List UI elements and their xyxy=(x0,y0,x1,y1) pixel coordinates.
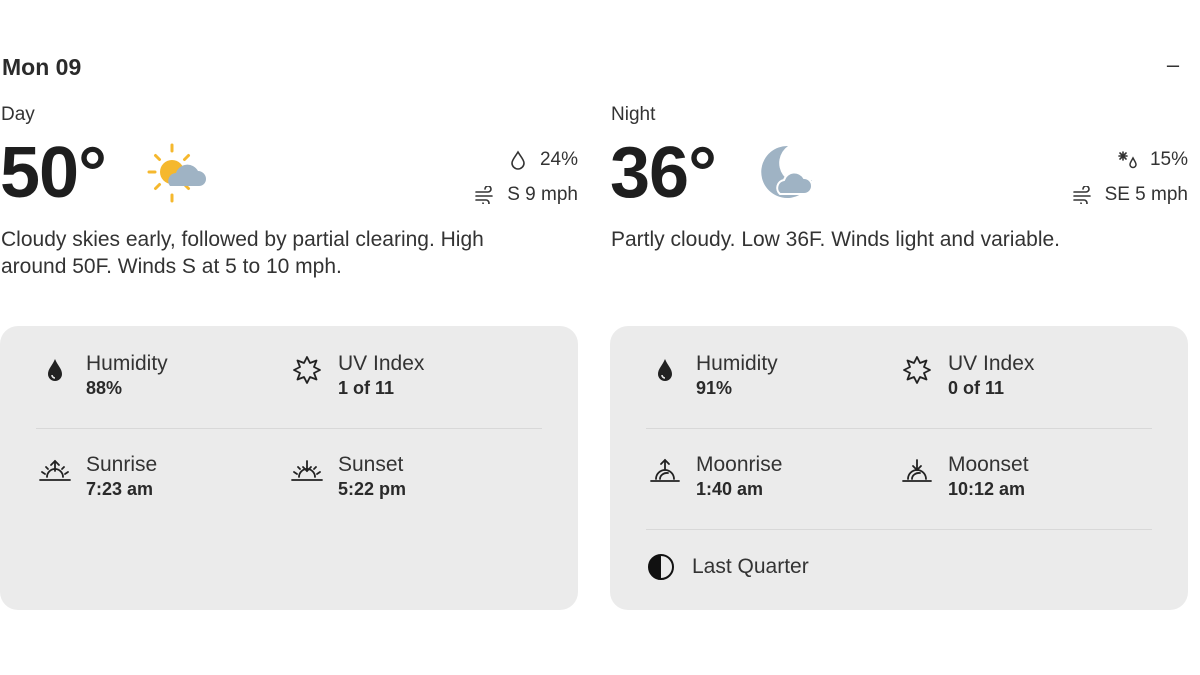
partly-cloudy-sun-icon xyxy=(146,142,210,211)
night-wind-stat: SE 5 mph xyxy=(1071,184,1188,206)
night-wind-value: SE 5 mph xyxy=(1104,184,1188,205)
uv-sun-icon xyxy=(290,355,324,385)
humidity-drop-icon xyxy=(648,355,682,385)
day-humidity: Humidity 88% xyxy=(38,351,168,399)
day-sunrise-label: Sunrise xyxy=(86,453,158,476)
night-humidity: Humidity 91% xyxy=(648,351,778,399)
wind-icon xyxy=(1071,184,1095,206)
night-moonset-label: Moonset xyxy=(948,453,1029,476)
divider xyxy=(36,428,542,429)
uv-sun-icon xyxy=(900,355,934,385)
moonrise-icon xyxy=(648,456,682,486)
day-temperature: 50° xyxy=(0,133,107,213)
night-uv: UV Index 0 of 11 xyxy=(900,351,1034,399)
date-heading: Mon 09 xyxy=(2,54,82,80)
night-moonrise-label: Moonrise xyxy=(696,453,783,476)
day-precip-value: 24% xyxy=(539,149,578,170)
night-uv-label: UV Index xyxy=(948,352,1035,375)
night-temperature: 36° xyxy=(610,133,717,213)
raindrop-icon xyxy=(506,149,530,171)
day-sunset-value: 5:22 pm xyxy=(338,479,407,499)
night-details-card: Humidity 91% UV Index 0 of 11 Moonrise 1… xyxy=(610,326,1188,610)
night-moonrise: Moonrise 1:40 am xyxy=(648,452,782,500)
day-sunrise-value: 7:23 am xyxy=(86,479,154,499)
divider xyxy=(646,428,1152,429)
night-description: Partly cloudy. Low 36F. Winds light and … xyxy=(611,228,1060,251)
moon-phase-label: Last Quarter xyxy=(692,555,809,578)
night-period-label: Night xyxy=(611,104,656,125)
day-humidity-value: 88% xyxy=(86,378,123,398)
night-humidity-value: 91% xyxy=(696,378,733,398)
night-moonset-value: 10:12 am xyxy=(948,479,1026,499)
night-precip-value: 15% xyxy=(1149,149,1188,170)
day-uv: UV Index 1 of 11 xyxy=(290,351,424,399)
day-wind-stat: S 9 mph xyxy=(473,184,578,206)
day-uv-label: UV Index xyxy=(338,352,425,375)
humidity-drop-icon xyxy=(38,355,72,385)
night-panel: Night 36° 15% SE 5 mph Partly cloudy. Lo… xyxy=(610,104,1188,610)
sunrise-icon xyxy=(38,456,72,486)
day-details-card: Humidity 88% UV Index 1 of 11 Sunrise 7:… xyxy=(0,326,578,610)
night-uv-value: 0 of 11 xyxy=(948,378,1005,398)
sunset-icon xyxy=(290,456,324,486)
day-period-label: Day xyxy=(1,104,35,125)
night-moonrise-value: 1:40 am xyxy=(696,479,764,499)
last-quarter-moon-icon xyxy=(646,552,676,582)
day-sunset: Sunset 5:22 pm xyxy=(290,452,406,500)
moon-phase: Last Quarter xyxy=(646,552,809,582)
night-humidity-label: Humidity xyxy=(696,352,778,375)
day-description: Cloudy skies early, followed by partial … xyxy=(1,228,484,278)
wind-icon xyxy=(473,184,497,206)
divider xyxy=(646,529,1152,530)
moonset-icon xyxy=(900,456,934,486)
day-wind-value: S 9 mph xyxy=(507,184,578,205)
night-moonset: Moonset 10:12 am xyxy=(900,452,1029,500)
day-sunset-label: Sunset xyxy=(338,453,404,476)
day-humidity-label: Humidity xyxy=(86,352,168,375)
day-precip-stat: 24% xyxy=(506,149,578,171)
day-sunrise: Sunrise 7:23 am xyxy=(38,452,157,500)
night-precip-stat: 15% xyxy=(1116,149,1188,171)
day-panel: Day 50° 24% S 9 mph Cloudy skies early, … xyxy=(0,104,578,610)
day-uv-value: 1 of 11 xyxy=(338,378,395,398)
collapse-button[interactable]: – xyxy=(1163,54,1183,78)
snow-rain-icon xyxy=(1116,149,1140,171)
partly-cloudy-moon-icon xyxy=(758,142,818,207)
